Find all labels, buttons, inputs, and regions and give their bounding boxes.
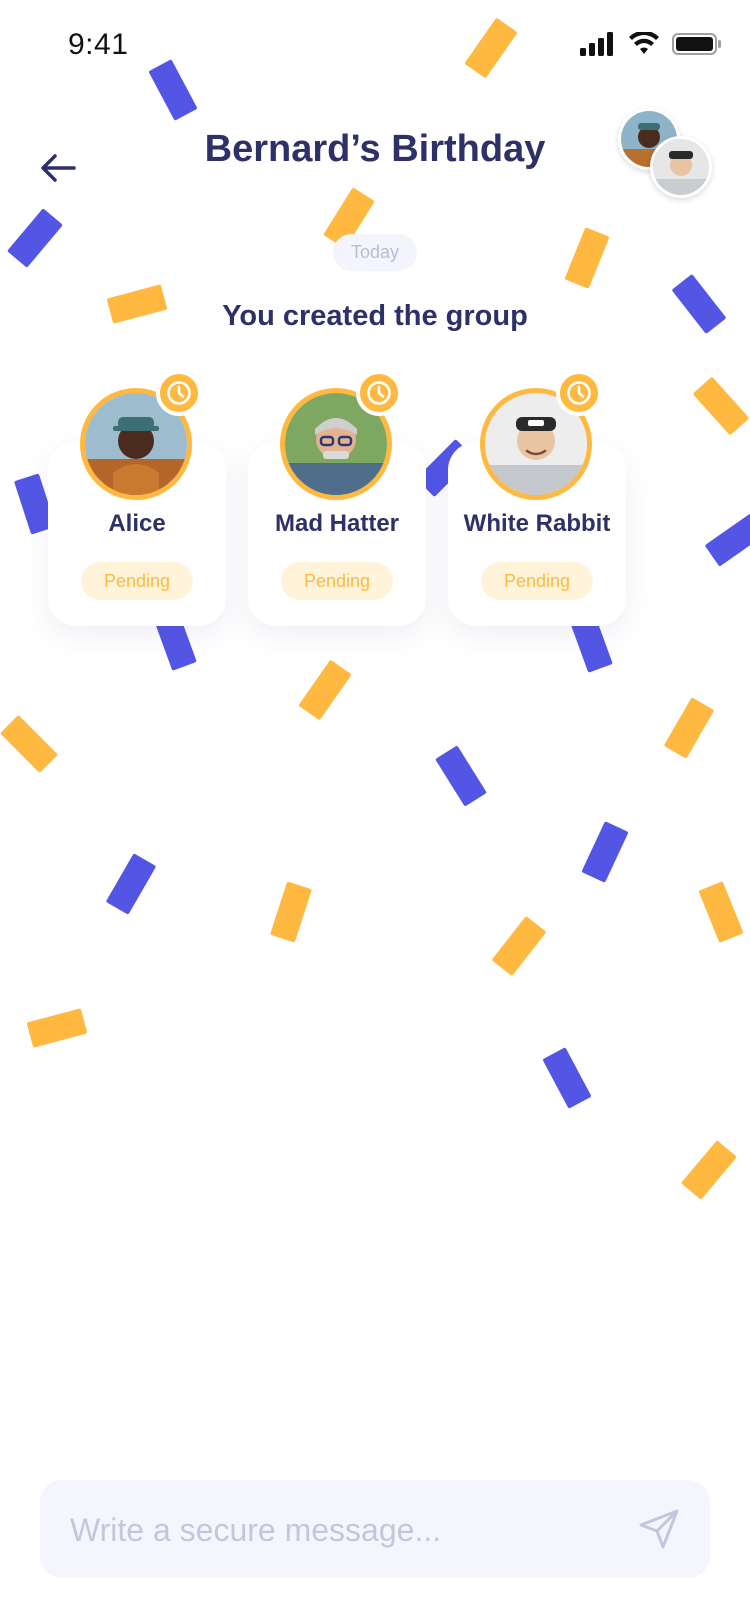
status-badge: Pending: [481, 562, 593, 600]
clock-icon: [167, 381, 191, 405]
group-avatar-stack[interactable]: [618, 108, 712, 200]
clock-badge: [556, 370, 602, 416]
member-card[interactable]: Alice Pending: [48, 370, 226, 630]
member-card[interactable]: Mad Hatter Pending: [248, 370, 426, 630]
confetti-piece: [298, 659, 352, 721]
member-name: White Rabbit: [463, 510, 611, 537]
date-separator: Today: [332, 234, 418, 271]
confetti-piece: [542, 1047, 592, 1109]
confetti-piece: [663, 697, 715, 759]
member-cards: Alice Pending Mad Hatter Pending White R…: [0, 370, 750, 630]
clock-icon: [567, 381, 591, 405]
confetti-piece: [564, 227, 610, 289]
send-button[interactable]: [632, 1502, 686, 1556]
member-name: Alice: [108, 510, 166, 537]
confetti-piece: [698, 881, 744, 943]
confetti-piece: [435, 745, 487, 807]
status-bar: 9:41: [0, 0, 750, 96]
status-time: 9:41: [68, 28, 129, 61]
avatar: [650, 136, 712, 198]
confetti-piece: [681, 1140, 737, 1200]
confetti-piece: [269, 881, 313, 943]
confetti-piece: [581, 821, 629, 883]
confetti-piece: [105, 853, 157, 915]
chat-header: Bernard’s Birthday: [0, 96, 750, 236]
confetti-piece: [491, 915, 547, 977]
status-icons: [580, 32, 722, 56]
battery-icon: [672, 33, 721, 55]
confetti-piece: [0, 715, 58, 773]
clock-badge: [356, 370, 402, 416]
confetti-piece: [26, 1008, 88, 1048]
wifi-icon: [629, 32, 659, 54]
status-badge: Pending: [81, 562, 193, 600]
member-card[interactable]: White Rabbit Pending: [448, 370, 626, 630]
signal-icon: [580, 32, 613, 56]
system-event-text: You created the group: [222, 300, 528, 332]
clock-badge: [156, 370, 202, 416]
message-composer: [40, 1480, 710, 1580]
message-input[interactable]: [68, 1480, 632, 1580]
member-name: Mad Hatter: [274, 510, 400, 537]
status-badge: Pending: [281, 562, 393, 600]
send-icon: [639, 1509, 679, 1549]
clock-icon: [367, 381, 391, 405]
